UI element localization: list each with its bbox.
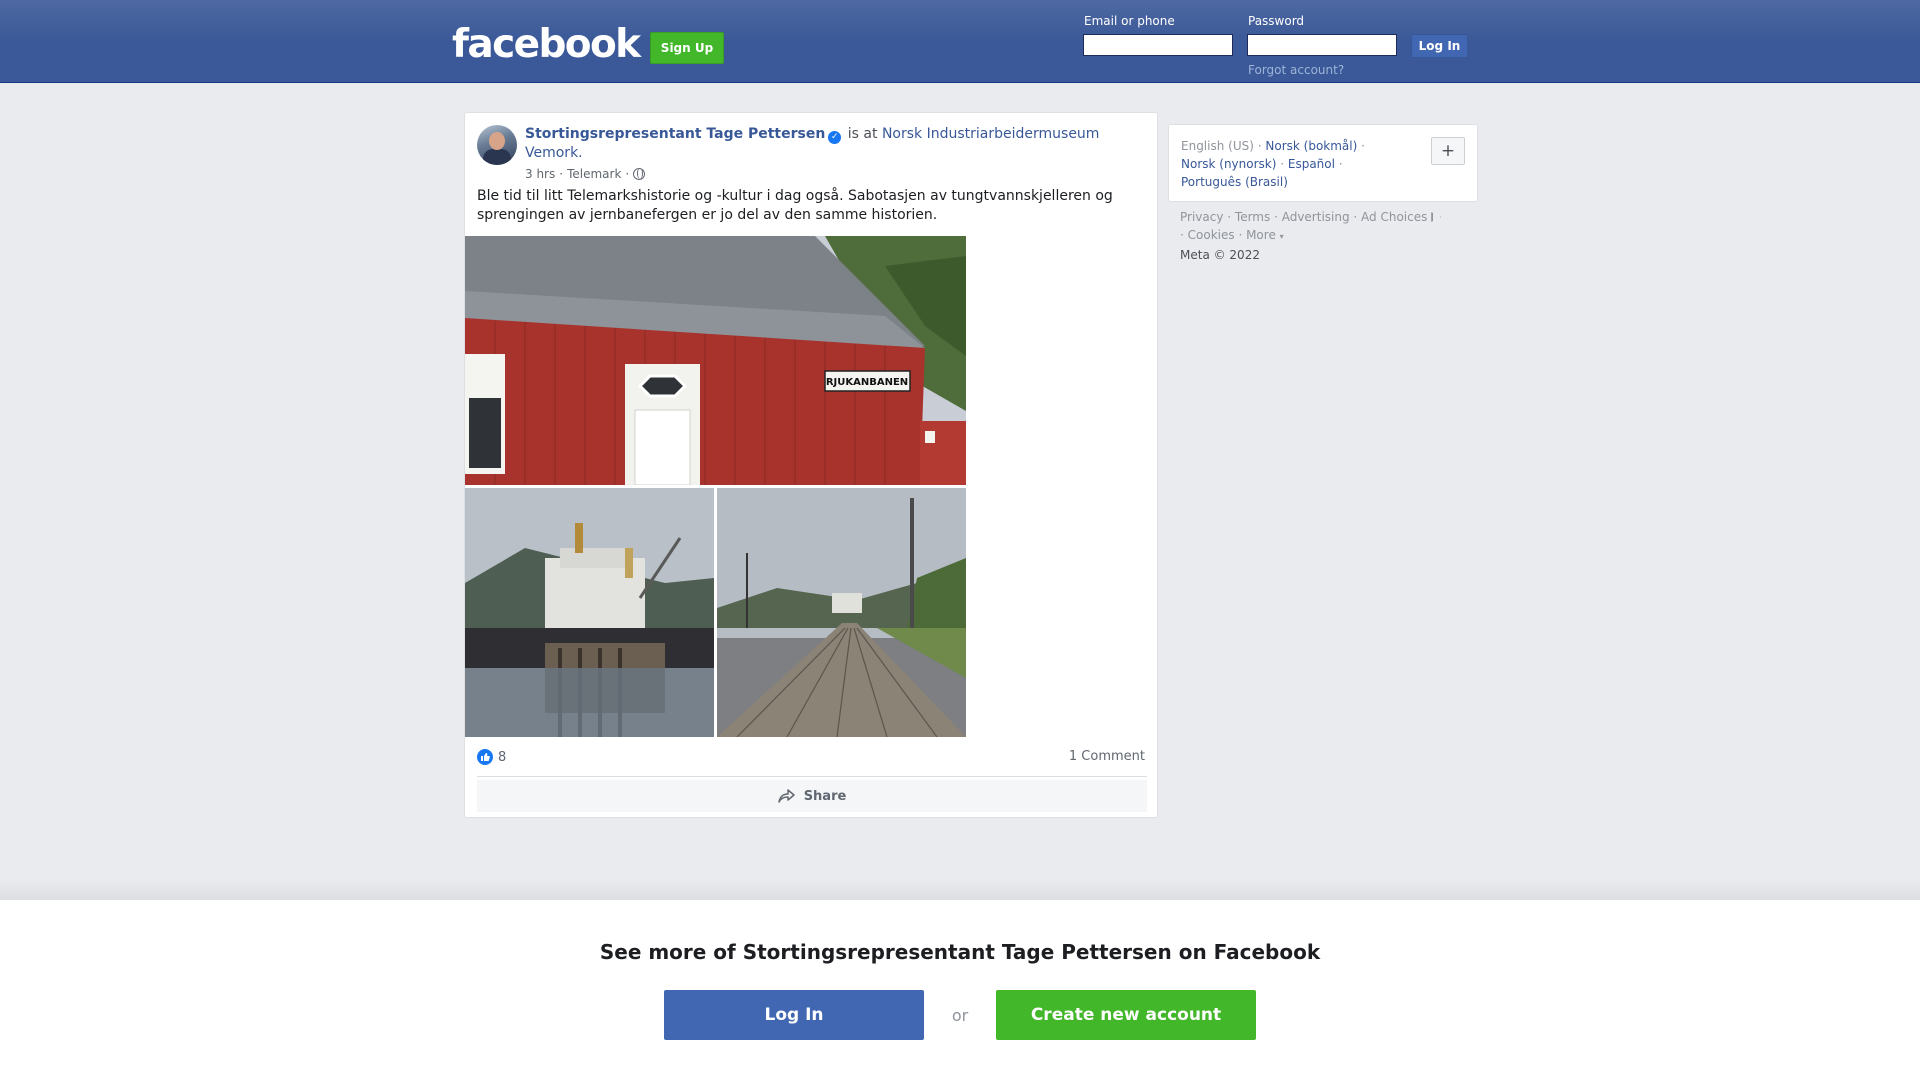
meta-separator: · [625, 167, 630, 181]
footer-link-ad-choices[interactable]: Ad Choices [1361, 210, 1427, 224]
location-period: . [578, 145, 583, 161]
facebook-logo[interactable]: facebook [452, 22, 641, 67]
globe-icon [633, 168, 646, 180]
email-label: Email or phone [1084, 14, 1175, 28]
share-label: Share [803, 788, 847, 804]
caret-down-icon: ▾ [1279, 232, 1284, 241]
sign-up-button[interactable]: Sign Up [650, 32, 724, 64]
email-field[interactable] [1083, 34, 1233, 56]
post-photo-station[interactable]: RJUKANBANEN [465, 236, 966, 485]
post-place[interactable]: Telemark [567, 167, 621, 181]
post-text: Ble tid til litt Telemarkshistorie og -k… [477, 188, 1113, 223]
meta-separator: · [559, 167, 564, 181]
password-label: Password [1248, 14, 1305, 28]
create-account-button[interactable]: Create new account [996, 990, 1256, 1040]
share-icon [777, 789, 795, 803]
avatar-shirt [483, 149, 511, 165]
comments-link[interactable]: 1 Comment [1069, 749, 1145, 764]
bottom-shade [0, 880, 1920, 900]
footer-link-cookies[interactable]: Cookies [1188, 228, 1235, 242]
avatar-face [489, 132, 505, 150]
post-photo-ferry[interactable] [465, 488, 714, 737]
footer-link-more[interactable]: More [1246, 228, 1276, 242]
like-icon [477, 749, 493, 765]
like-count: 8 [498, 749, 507, 765]
language-selector: English (US) · Norsk (bokmål) · Norsk (n… [1168, 124, 1478, 202]
language-option[interactable]: Español [1288, 157, 1335, 171]
footer-link-terms[interactable]: Terms [1235, 210, 1270, 224]
post-meta: 3 hrs · Telemark · [525, 167, 646, 181]
station-sign: RJUKANBANEN [826, 377, 908, 388]
current-language: English (US) [1181, 139, 1254, 153]
language-option[interactable]: Norsk (bokmål) [1265, 139, 1357, 153]
ad-choices-icon [1431, 212, 1442, 222]
language-option[interactable]: Português (Brasil) [1181, 175, 1288, 189]
footer-link-privacy[interactable]: Privacy [1180, 210, 1223, 224]
or-text: or [951, 1005, 969, 1025]
bottom-signup-bar: See more of Stortingsrepresentant Tage P… [0, 900, 1920, 1080]
verified-badge-icon: ✓ [828, 131, 842, 144]
bottom-log-in-button[interactable]: Log In [664, 990, 924, 1040]
reactions-summary[interactable]: 8 [477, 749, 506, 765]
action-divider [477, 776, 1147, 777]
copyright: Meta © 2022 [1180, 248, 1260, 262]
language-option[interactable]: Norsk (nynorsk) [1181, 157, 1276, 171]
author-avatar[interactable] [477, 125, 517, 165]
plus-icon[interactable]: + [1431, 137, 1465, 165]
header-log-in-button[interactable]: Log In [1411, 34, 1468, 58]
post-photo-pier[interactable] [717, 488, 966, 737]
post-card: Stortingsrepresentant Tage Pettersen ✓ is… [464, 112, 1158, 818]
footer-links: Privacy · Terms · Advertising · Ad Choic… [1180, 208, 1480, 264]
top-bar: facebook Sign Up Email or phone Password… [0, 0, 1920, 83]
post-time[interactable]: 3 hrs [525, 167, 555, 181]
post-header: Stortingsrepresentant Tage Pettersen ✓ is… [525, 125, 1145, 163]
author-name[interactable]: Stortingsrepresentant Tage Pettersen [525, 126, 825, 142]
share-button[interactable]: Share [477, 780, 1147, 812]
forgot-account-link[interactable]: Forgot account? [1248, 63, 1344, 77]
is-at-text: is at [847, 126, 878, 142]
see-more-title: See more of Stortingsrepresentant Tage P… [599, 940, 1321, 964]
footer-link-advertising[interactable]: Advertising [1282, 210, 1350, 224]
password-field[interactable] [1247, 34, 1397, 56]
